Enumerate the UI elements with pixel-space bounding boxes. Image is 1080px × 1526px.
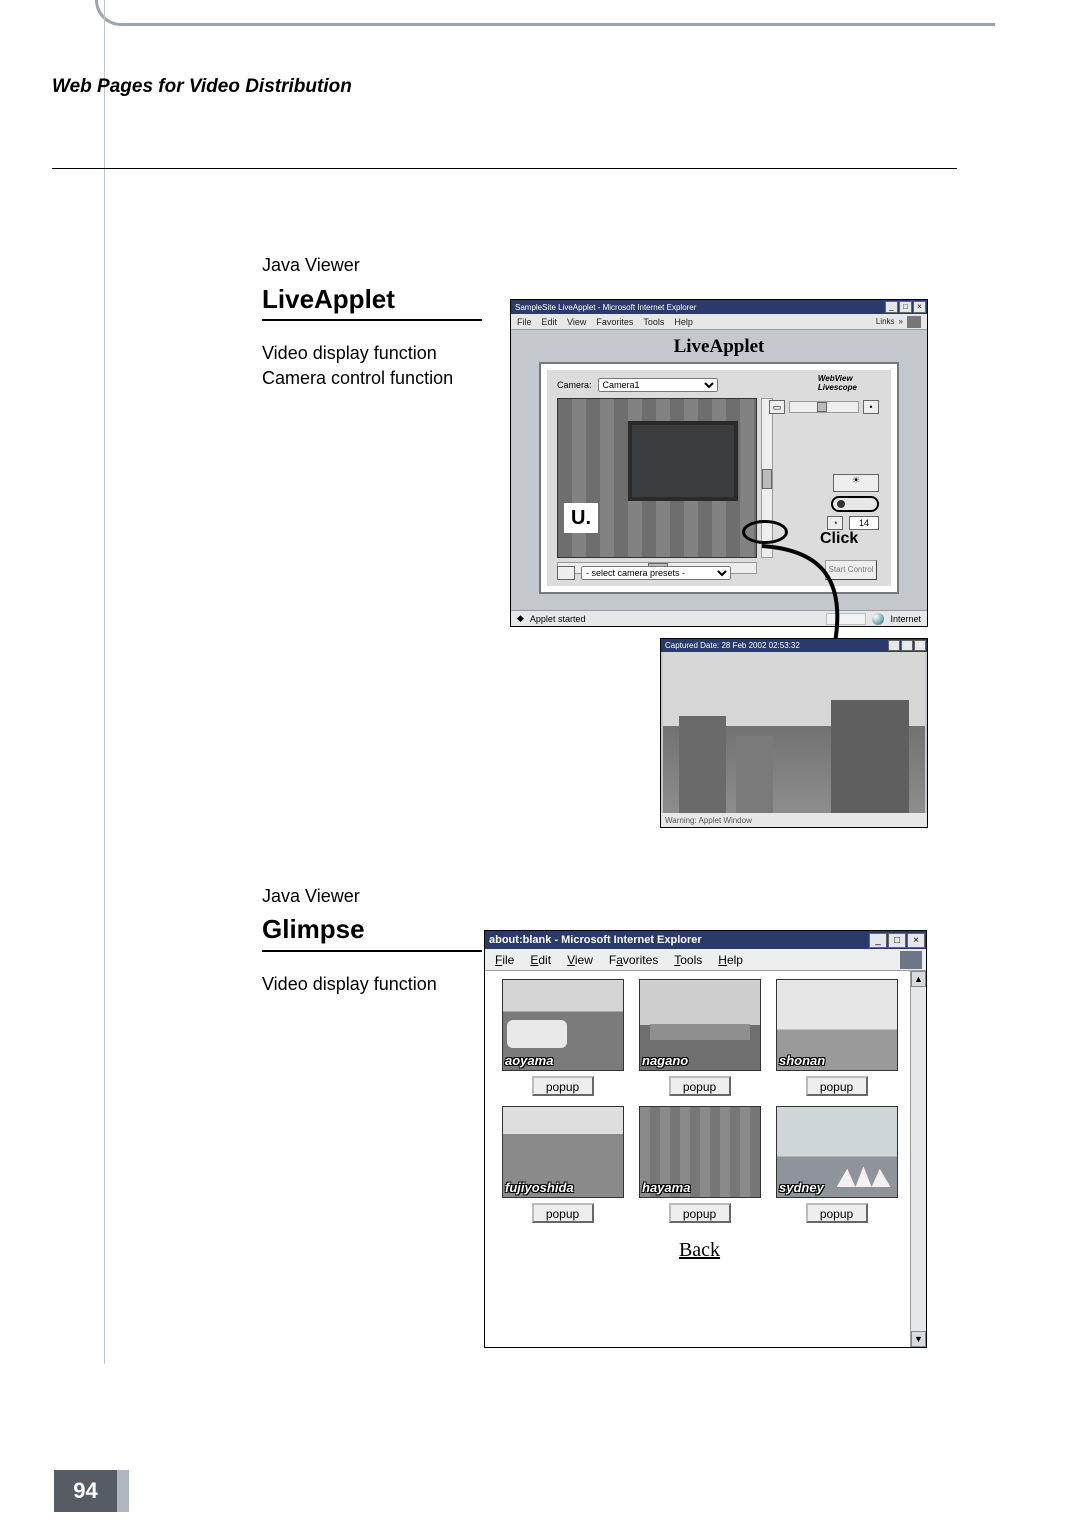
popup-button[interactable]: popup xyxy=(669,1203,731,1223)
menu-favorites[interactable]: Favorites xyxy=(609,953,658,967)
zoom-slider[interactable] xyxy=(789,401,859,413)
popup-button[interactable]: popup xyxy=(806,1203,868,1223)
window-title: SampleSite LiveApplet - Microsoft Intern… xyxy=(515,303,696,312)
links-label: Links xyxy=(876,317,895,326)
video-display: U. xyxy=(557,398,757,558)
popup-image xyxy=(663,652,925,813)
close-icon[interactable]: × xyxy=(907,933,925,948)
glimpse-underline xyxy=(262,950,482,952)
webview-logo: WebView Livescope xyxy=(818,374,857,392)
page-top-curve xyxy=(95,0,995,26)
links-chevron-icon[interactable]: » xyxy=(899,317,903,326)
back-link[interactable]: Back xyxy=(489,1239,910,1262)
thumb-caption: aoyama xyxy=(505,1053,553,1068)
maximize-icon[interactable]: □ xyxy=(888,933,906,948)
thumb-caption: hayama xyxy=(642,1180,690,1195)
throbber-icon xyxy=(907,316,921,328)
page-number: 94 xyxy=(54,1470,117,1512)
popup-title: Captured Date: 28 Feb 2002 02:53:32 xyxy=(665,641,800,650)
popup-button[interactable]: popup xyxy=(532,1076,594,1096)
maximize-icon[interactable]: □ xyxy=(899,301,912,313)
timer-icon: ◔ xyxy=(827,516,843,530)
ie-logo-icon xyxy=(900,951,922,969)
menu-bar: File Edit View Favorites Tools Help Link… xyxy=(511,314,927,330)
vertical-scrollbar[interactable]: ▲ ▼ xyxy=(910,971,926,1347)
backlight-button[interactable]: ☀ xyxy=(833,474,879,492)
number-readout: 14 xyxy=(849,516,879,530)
menu-help[interactable]: Help xyxy=(674,317,693,327)
minimize-icon[interactable]: _ xyxy=(885,301,898,313)
header-rule xyxy=(52,168,957,169)
applet-status-icon: ◆ xyxy=(517,613,524,624)
click-label: Click xyxy=(820,530,858,548)
thumb-aoyama: aoyama popup xyxy=(501,979,624,1096)
thumb-caption: shonan xyxy=(779,1053,825,1068)
thumb-fujiyoshida: fujiyoshida popup xyxy=(501,1106,624,1223)
liveapplet-screenshot: SampleSite LiveApplet - Microsoft Intern… xyxy=(510,299,928,627)
minimize-icon[interactable]: _ xyxy=(869,933,887,948)
popup-button[interactable]: popup xyxy=(532,1203,594,1223)
scroll-up-icon[interactable]: ▲ xyxy=(911,971,926,987)
click-callout-ellipse xyxy=(742,520,788,544)
running-head: Web Pages for Video Distribution xyxy=(52,76,352,98)
status-text: Applet started xyxy=(530,614,586,624)
scroll-down-icon[interactable]: ▼ xyxy=(911,1331,926,1347)
menu-tools[interactable]: Tools xyxy=(674,953,702,967)
camera-label: Camera: xyxy=(557,380,592,390)
menu-view[interactable]: View xyxy=(567,953,593,967)
liveapplet-desc-1: Video display function xyxy=(262,343,437,364)
gutter-line xyxy=(104,0,105,1364)
thumb-shonan: shonan popup xyxy=(775,979,898,1096)
thumb-caption: nagano xyxy=(642,1053,688,1068)
video-sign-u: U. xyxy=(564,503,598,533)
menu-bar: File Edit View Favorites Tools Help xyxy=(485,949,926,971)
popup-footer: Warning: Applet Window xyxy=(661,813,927,827)
internet-zone-icon xyxy=(872,613,884,625)
menu-edit[interactable]: Edit xyxy=(542,317,558,327)
glimpse-heading: Glimpse xyxy=(262,914,365,945)
menu-help[interactable]: Help xyxy=(718,953,743,967)
camera-select[interactable]: Camera1 xyxy=(598,378,718,392)
thumb-sydney: sydney popup xyxy=(775,1106,898,1223)
zoom-tele-icon[interactable]: • xyxy=(863,400,879,414)
captured-popup: Captured Date: 28 Feb 2002 02:53:32 _ □ … xyxy=(660,638,928,828)
liveapplet-preheading: Java Viewer xyxy=(262,255,360,276)
thumb-hayama: hayama popup xyxy=(638,1106,761,1223)
menu-file[interactable]: File xyxy=(517,317,532,327)
thumbnail-grid: aoyama popup nagano popup shonan popup f… xyxy=(489,971,910,1231)
window-titlebar: SampleSite LiveApplet - Microsoft Intern… xyxy=(511,300,927,314)
menu-edit[interactable]: Edit xyxy=(530,953,551,967)
start-control-button[interactable]: Start Control xyxy=(825,560,877,580)
zoom-wide-icon[interactable]: ▭ xyxy=(769,400,785,414)
glimpse-desc-1: Video display function xyxy=(262,974,437,995)
glimpse-preheading: Java Viewer xyxy=(262,886,360,907)
applet-title: LiveApplet xyxy=(511,336,927,358)
popup-button[interactable]: popup xyxy=(806,1076,868,1096)
popup-button[interactable]: popup xyxy=(669,1076,731,1096)
thumb-nagano: nagano popup xyxy=(638,979,761,1096)
close-icon[interactable]: × xyxy=(913,301,926,313)
liveapplet-desc-2: Camera control function xyxy=(262,368,453,389)
close-icon[interactable]: × xyxy=(914,640,926,651)
zone-text: Internet xyxy=(890,614,921,624)
snapshot-button[interactable] xyxy=(831,496,879,512)
preset-select[interactable]: - select camera presets - xyxy=(581,566,731,580)
menu-file[interactable]: File xyxy=(495,953,514,967)
menu-favorites[interactable]: Favorites xyxy=(596,317,633,327)
liveapplet-heading: LiveApplet xyxy=(262,284,395,315)
status-cell xyxy=(826,613,866,625)
menu-view[interactable]: View xyxy=(567,317,586,327)
preset-icon xyxy=(557,566,575,580)
status-bar: ◆ Applet started Internet xyxy=(511,610,927,626)
menu-tools[interactable]: Tools xyxy=(643,317,664,327)
thumb-caption: sydney xyxy=(779,1180,824,1195)
thumb-caption: fujiyoshida xyxy=(505,1180,574,1195)
glimpse-screenshot: about:blank - Microsoft Internet Explore… xyxy=(484,930,927,1348)
applet-frame: Camera: Camera1 WebView Livescope U. ▭ xyxy=(539,362,899,594)
maximize-icon[interactable]: □ xyxy=(901,640,913,651)
window-title: about:blank - Microsoft Internet Explore… xyxy=(489,934,702,946)
video-screen-object xyxy=(628,421,738,501)
liveapplet-underline xyxy=(262,319,482,321)
minimize-icon[interactable]: _ xyxy=(888,640,900,651)
